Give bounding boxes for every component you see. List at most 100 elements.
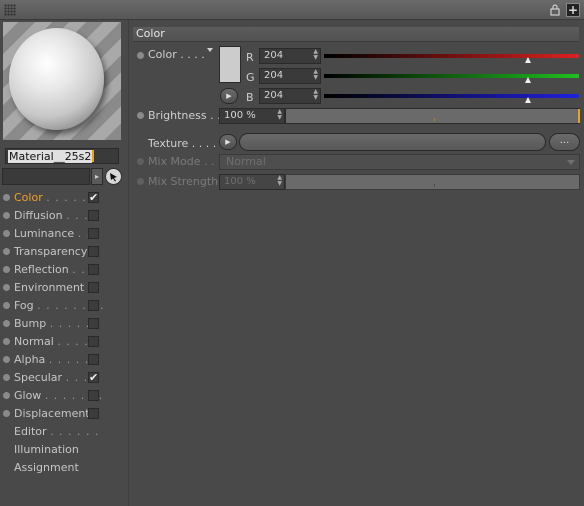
channel-checkbox[interactable] [88, 246, 99, 257]
channel-label: Bump . . . . . . [14, 317, 100, 330]
mix-strength-label: Mix Strength [148, 175, 219, 188]
g-slider-knob[interactable] [525, 77, 531, 83]
channel-item-glow[interactable]: Glow . . . . . . . [0, 387, 128, 405]
r-value-field[interactable]: 204 ▲ ▼ [259, 48, 321, 64]
brightness-keyframe-dot[interactable] [137, 112, 144, 119]
channel-search-input[interactable] [2, 168, 90, 185]
channel-checkbox[interactable] [88, 210, 99, 221]
color-swatch[interactable] [219, 46, 241, 83]
texture-browse-button[interactable]: ... [549, 133, 580, 151]
material-name-field[interactable]: Material__25s2 [5, 148, 119, 164]
mix-mode-value: Normal [226, 155, 266, 168]
chevron-down-icon[interactable] [207, 48, 213, 52]
color-mode-button[interactable]: ▶ [220, 88, 238, 104]
grip-icon[interactable] [4, 4, 16, 16]
channel-label: Assignment [14, 461, 79, 474]
channel-label: Luminance . . [14, 227, 92, 240]
channel-item-color[interactable]: Color . . . . . . ✔ [0, 189, 128, 207]
channel-search-row: ▸ [2, 168, 124, 186]
channel-item-illumination[interactable]: Illumination [0, 441, 128, 459]
channel-item-diffusion[interactable]: Diffusion . . . . [0, 207, 128, 225]
channel-item-alpha[interactable]: Alpha . . . . . . [0, 351, 128, 369]
channel-dot [3, 266, 10, 273]
checkmark-icon[interactable]: ✔ [88, 372, 99, 383]
r-label: R [246, 51, 254, 64]
channel-dot [3, 212, 10, 219]
channel-item-environment[interactable]: Environment [0, 279, 128, 297]
channel-item-displacement[interactable]: Displacement [0, 405, 128, 423]
brightness-slider[interactable] [285, 108, 580, 124]
color-keyframe-dot[interactable] [137, 52, 144, 59]
add-icon[interactable]: + [566, 3, 580, 17]
lock-icon[interactable] [548, 3, 562, 17]
channel-checkbox[interactable] [88, 354, 99, 365]
channel-dot [3, 230, 10, 237]
channel-list: Color . . . . . . ✔ Diffusion . . . . Lumin… [0, 189, 128, 477]
channel-label: Reflection . . [14, 263, 86, 276]
b-slider-knob[interactable] [525, 97, 531, 103]
checkmark-icon[interactable]: ✔ [88, 192, 99, 203]
channel-dot [3, 284, 10, 291]
g-value: 204 [264, 70, 284, 81]
mix-mode-keyframe-dot[interactable] [137, 158, 144, 165]
channel-checkbox[interactable] [88, 300, 99, 311]
pointer-icon[interactable] [105, 168, 122, 185]
channel-sidebar: Material__25s2 ▸ Color . . . . . . ✔ Diffu… [0, 20, 129, 506]
channel-checkbox[interactable] [88, 264, 99, 275]
r-slider[interactable] [324, 48, 579, 64]
mix-mode-select[interactable]: Normal [219, 154, 580, 170]
channel-label: Environment [14, 281, 85, 294]
channel-item-normal[interactable]: Normal . . . . [0, 333, 128, 351]
channel-checkbox[interactable] [88, 336, 99, 347]
mix-mode-label: Mix Mode . . . [148, 155, 222, 168]
slider-fill-end [578, 109, 580, 123]
b-value-field[interactable]: 204 ▲ ▼ [259, 88, 321, 104]
channel-item-reflection[interactable]: Reflection . . [0, 261, 128, 279]
chevron-down-icon [567, 160, 575, 165]
channel-item-assignment[interactable]: Assignment [0, 459, 128, 477]
g-value-field[interactable]: 204 ▲ ▼ [259, 68, 321, 84]
mix-strength-field[interactable]: 100 % ▲ ▼ [219, 174, 285, 190]
channel-label: Transparency [14, 245, 88, 258]
texture-menu-button[interactable]: ▶ [219, 134, 237, 150]
b-label: B [246, 91, 254, 104]
channel-dot [3, 248, 10, 255]
channel-item-editor[interactable]: Editor . . . . . . [0, 423, 128, 441]
spinner-icon[interactable]: ▲ ▼ [277, 109, 282, 121]
spinner-icon[interactable]: ▲ ▼ [277, 175, 282, 187]
search-arrow-icon[interactable]: ▸ [91, 168, 103, 185]
spinner-icon[interactable]: ▲ ▼ [313, 89, 318, 101]
brightness-value: 100 % [224, 110, 256, 121]
channel-item-fog[interactable]: Fog . . . . . . . . [0, 297, 128, 315]
spinner-icon[interactable]: ▲ ▼ [313, 49, 318, 61]
channel-label: Editor . . . . . . [14, 425, 100, 438]
channel-checkbox[interactable] [88, 408, 99, 419]
channel-checkbox[interactable] [88, 282, 99, 293]
b-slider[interactable] [324, 88, 579, 104]
g-label: G [246, 71, 255, 84]
channel-dot [3, 194, 10, 201]
texture-label: Texture . . . . . [148, 137, 224, 150]
channel-checkbox[interactable] [88, 318, 99, 329]
b-slider-bar [324, 94, 579, 98]
mix-strength-keyframe-dot[interactable] [137, 178, 144, 185]
brightness-field[interactable]: 100 % ▲ ▼ [219, 108, 285, 124]
slider-tick [434, 184, 435, 187]
spinner-icon[interactable]: ▲ ▼ [313, 69, 318, 81]
channel-label: Color . . . . . . [14, 191, 96, 204]
channel-checkbox[interactable] [88, 228, 99, 239]
channel-item-transparency[interactable]: Transparency [0, 243, 128, 261]
channel-item-specular[interactable]: Specular . . . . ✔ [0, 369, 128, 387]
channel-item-bump[interactable]: Bump . . . . . . [0, 315, 128, 333]
channel-checkbox[interactable] [88, 390, 99, 401]
mix-strength-slider[interactable] [285, 174, 580, 190]
r-slider-knob[interactable] [525, 57, 531, 63]
channel-dot [3, 392, 10, 399]
texture-field[interactable] [239, 133, 546, 151]
channel-dot [3, 374, 10, 381]
material-preview[interactable] [3, 22, 121, 140]
g-slider[interactable] [324, 68, 579, 84]
slider-tick [434, 118, 435, 121]
channel-item-luminance[interactable]: Luminance . . [0, 225, 128, 243]
color-label: Color . . . . [148, 48, 205, 61]
